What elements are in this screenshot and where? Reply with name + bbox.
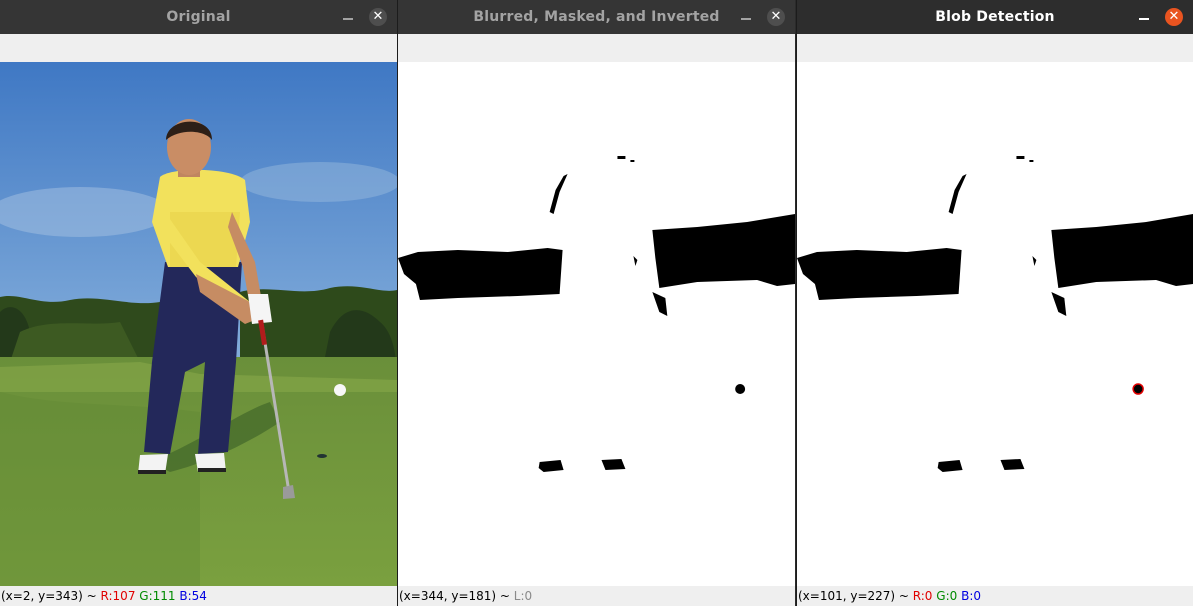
- window-title: Blurred, Masked, and Inverted: [473, 9, 720, 25]
- image-canvas-blobs[interactable]: [797, 62, 1193, 586]
- status-bar: (x=2, y=343) ~ R:107 G:111 B:54: [0, 586, 397, 606]
- green-value: G:111: [139, 589, 176, 603]
- red-value: R:107: [100, 589, 136, 603]
- toolbar: [0, 34, 397, 62]
- image-canvas-original[interactable]: [0, 62, 397, 586]
- window-title: Blob Detection: [935, 9, 1055, 25]
- close-icon[interactable]: ✕: [1165, 8, 1183, 26]
- titlebar[interactable]: Original ✕: [0, 0, 397, 34]
- cursor-coords: (x=101, y=227) ~: [798, 589, 913, 603]
- cursor-coords: (x=344, y=181) ~: [399, 589, 514, 603]
- mask-image: [398, 62, 795, 586]
- detected-blob-marker: [1132, 383, 1144, 395]
- blue-value: B:0: [961, 589, 982, 603]
- blob-image: [797, 62, 1193, 586]
- titlebar[interactable]: Blob Detection ✕: [797, 0, 1193, 34]
- image-canvas-mask[interactable]: [398, 62, 795, 586]
- status-bar: (x=344, y=181) ~ L:0: [398, 586, 795, 606]
- red-value: R:0: [912, 589, 933, 603]
- close-icon[interactable]: ✕: [767, 8, 785, 26]
- cursor-coords: (x=2, y=343) ~: [1, 589, 101, 603]
- window-original[interactable]: Original ✕ (x=2, y=343) ~ R:107 G:111 B:…: [0, 0, 397, 606]
- status-bar: (x=101, y=227) ~ R:0 G:0 B:0: [797, 586, 1193, 606]
- toolbar: [398, 34, 795, 62]
- minimize-icon[interactable]: [341, 10, 355, 24]
- blue-value: B:54: [179, 589, 207, 603]
- toolbar: [797, 34, 1193, 62]
- golfer-photo: [0, 62, 397, 586]
- close-icon[interactable]: ✕: [369, 8, 387, 26]
- window-title: Original: [166, 9, 231, 25]
- minimize-icon[interactable]: [1137, 10, 1151, 24]
- minimize-icon[interactable]: [739, 10, 753, 24]
- window-blurred-masked-inverted[interactable]: Blurred, Masked, and Inverted ✕ (x=344, …: [397, 0, 795, 606]
- window-blob-detection[interactable]: Blob Detection ✕ (x=101, y=227) ~ R:0 G:…: [796, 0, 1193, 606]
- green-value: G:0: [936, 589, 958, 603]
- luminance-value: L:0: [513, 589, 533, 603]
- titlebar[interactable]: Blurred, Masked, and Inverted ✕: [398, 0, 795, 34]
